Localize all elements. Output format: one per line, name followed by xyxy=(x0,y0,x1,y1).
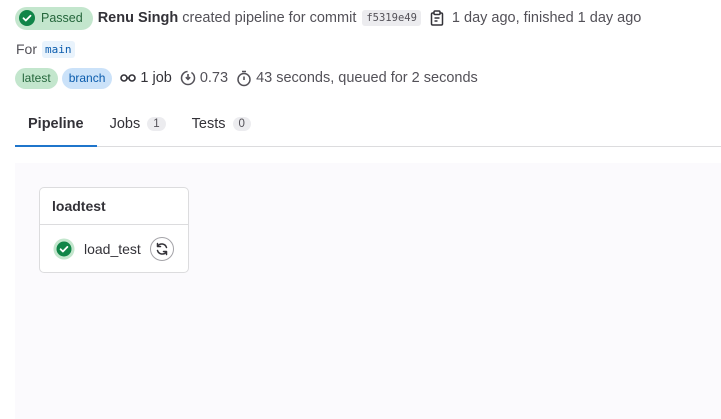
author-link[interactable]: Renu Singh xyxy=(98,10,179,26)
tab-tests-count: 0 xyxy=(232,117,251,131)
tab-tests-label: Tests xyxy=(191,116,226,132)
branch-badge: branch xyxy=(61,67,113,89)
latest-badge: latest xyxy=(15,67,58,89)
timer-icon xyxy=(237,70,251,86)
tab-jobs-label: Jobs xyxy=(109,116,141,132)
ref-link[interactable]: main xyxy=(42,40,75,58)
action-text: created pipeline for commit xyxy=(182,10,357,26)
retry-icon xyxy=(156,242,168,256)
ref-line: For main xyxy=(16,39,75,59)
tab-jobs[interactable]: Jobs 1 xyxy=(97,102,179,146)
jobs-count: 1 job xyxy=(140,70,172,86)
for-label: For xyxy=(16,41,37,57)
status-badge[interactable]: Passed xyxy=(15,6,93,30)
status-label: Passed xyxy=(41,11,83,25)
job-name[interactable]: load_test xyxy=(84,241,141,257)
pipeline-icon xyxy=(120,74,137,82)
job-item[interactable]: load_test xyxy=(40,225,188,273)
jobs-stat: 1 job xyxy=(120,70,172,86)
commit-sha-link[interactable]: f5319e49 xyxy=(362,10,421,26)
copy-to-clipboard-icon[interactable] xyxy=(430,10,444,26)
pipeline-header: Passed Renu Singh created pipeline for c… xyxy=(15,6,641,30)
score-value: 0.73 xyxy=(199,70,229,86)
score-stat: 0.73 xyxy=(180,70,228,86)
tab-tests[interactable]: Tests 0 xyxy=(179,102,264,146)
pipeline-meta: latest branch 1 job 0.73 43 seconds, que… xyxy=(15,67,478,89)
pipeline-tabs: Pipeline Jobs 1 Tests 0 xyxy=(15,102,721,147)
retry-button[interactable] xyxy=(149,237,174,261)
duration-text: 43 seconds, queued for 2 seconds xyxy=(256,70,478,86)
time-text: 1 day ago, finished 1 day ago xyxy=(451,10,642,26)
pipeline-graph: loadtest load_test xyxy=(15,163,721,419)
check-circle-icon xyxy=(19,10,35,26)
tab-jobs-count: 1 xyxy=(147,117,166,131)
stage-card: loadtest load_test xyxy=(39,187,189,273)
tab-pipeline[interactable]: Pipeline xyxy=(15,102,97,147)
time-out-icon xyxy=(180,70,196,86)
stage-name: loadtest xyxy=(40,188,188,225)
duration-stat: 43 seconds, queued for 2 seconds xyxy=(236,70,478,87)
job-status-success-icon xyxy=(53,238,75,260)
tab-pipeline-label: Pipeline xyxy=(28,116,84,132)
